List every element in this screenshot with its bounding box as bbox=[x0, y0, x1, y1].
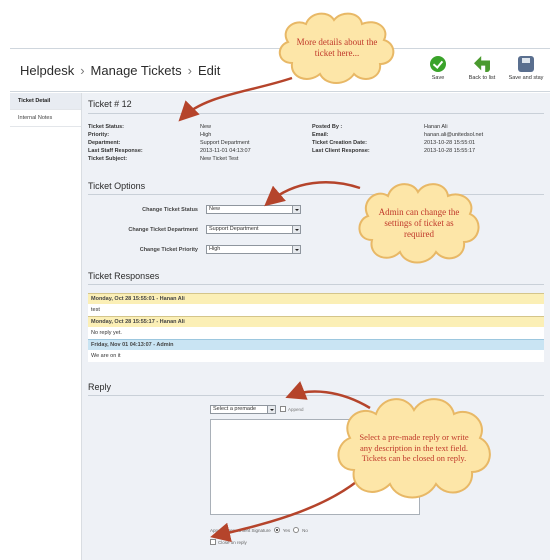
breadcrumb: Helpdesk › Manage Tickets › Edit bbox=[20, 63, 220, 78]
callout-details: More details about the ticket here... bbox=[272, 8, 402, 88]
info-row: Ticket Subject: New Ticket Test bbox=[88, 155, 544, 163]
info-value: 2013-11-01 04:13:07 bbox=[200, 148, 251, 154]
reply-title: Reply bbox=[88, 382, 112, 392]
breadcrumb-separator: › bbox=[187, 63, 192, 78]
sidebar-item-internal-notes[interactable]: Internal Notes bbox=[10, 110, 81, 127]
save-and-stay-button[interactable]: Save and stay bbox=[506, 53, 546, 81]
status-option: Change Ticket Status New bbox=[88, 205, 301, 214]
info-key: Email: bbox=[312, 132, 329, 138]
department-select[interactable]: Support Department bbox=[206, 225, 301, 234]
info-key: Last Staff Response: bbox=[88, 148, 143, 154]
breadcrumb-helpdesk[interactable]: Helpdesk bbox=[20, 63, 74, 78]
signature-yes-radio[interactable] bbox=[273, 527, 280, 533]
breadcrumb-manage-tickets[interactable]: Manage Tickets bbox=[91, 63, 182, 78]
status-label: Change Ticket Status bbox=[142, 206, 198, 213]
info-value: High bbox=[200, 132, 212, 138]
chevron-down-icon bbox=[292, 206, 300, 213]
info-value: 2013-10-28 15:55:17 bbox=[424, 148, 476, 154]
info-value: hanan.ali@unitedsol.net bbox=[424, 132, 484, 138]
callout-details-text: More details about the ticket here... bbox=[296, 37, 378, 58]
chevron-down-icon bbox=[267, 406, 275, 413]
response-body: We are on it bbox=[88, 350, 544, 362]
toolbar: Save Back to list Save and stay bbox=[418, 53, 546, 81]
info-value: New bbox=[200, 124, 212, 130]
checkmark-icon bbox=[430, 56, 446, 72]
response-header: Friday, Nov 01 04:13:07 - Admin bbox=[88, 339, 544, 350]
info-key: Ticket Creation Date: bbox=[312, 140, 367, 146]
premade-select[interactable]: Select a premade bbox=[210, 405, 276, 414]
save-button[interactable]: Save bbox=[418, 53, 458, 81]
back-to-list-button[interactable]: Back to list bbox=[462, 53, 502, 81]
info-key: Last Client Response: bbox=[312, 148, 370, 154]
info-value: 2013-10-28 15:55:01 bbox=[424, 140, 476, 146]
append-label: Append bbox=[288, 406, 304, 412]
premade-value: Select a premade bbox=[213, 406, 257, 412]
response-header: Monday, Oct 28 15:55:17 - Hanan Ali bbox=[88, 316, 544, 327]
close-on-reply-checkbox[interactable] bbox=[210, 539, 216, 545]
breadcrumb-edit: Edit bbox=[197, 63, 221, 78]
info-value: New Ticket Test bbox=[200, 156, 239, 162]
info-row: Last Staff Response: 2013-11-01 04:13:07… bbox=[88, 147, 544, 155]
department-option: Change Ticket Department Support Departm… bbox=[88, 225, 301, 234]
signature-yes-label: Yes bbox=[282, 527, 291, 533]
signature-option: Append Department Signature Yes No bbox=[210, 527, 308, 533]
response-body: test bbox=[88, 304, 544, 316]
responses-list: Monday, Oct 28 15:55:01 - Hanan Ali test… bbox=[88, 293, 544, 362]
response-header: Monday, Oct 28 15:55:01 - Hanan Ali bbox=[88, 293, 544, 304]
chevron-down-icon bbox=[292, 226, 300, 233]
back-to-list-label: Back to list bbox=[468, 75, 496, 81]
close-on-reply-option: Close on reply bbox=[210, 539, 247, 545]
department-value: Support Department bbox=[209, 226, 259, 232]
ticket-title: Ticket # 12 bbox=[88, 99, 132, 109]
signature-label: Append Department Signature bbox=[210, 527, 271, 533]
info-value: Support Department bbox=[200, 140, 250, 146]
callout-settings: Admin can change the settings of ticket … bbox=[352, 178, 486, 268]
department-label: Change Ticket Department bbox=[128, 226, 198, 233]
breadcrumb-separator: › bbox=[80, 63, 85, 78]
info-row: Department: Support Department Ticket Cr… bbox=[88, 139, 544, 147]
premade-row: Select a premade Append bbox=[210, 405, 304, 414]
close-on-reply-label: Close on reply bbox=[218, 539, 247, 545]
priority-option: Change Ticket Priority High bbox=[88, 245, 301, 254]
priority-value: High bbox=[209, 246, 221, 252]
save-and-stay-label: Save and stay bbox=[508, 75, 544, 81]
divider bbox=[88, 113, 544, 114]
sidebar-item-ticket-detail[interactable]: Ticket Detail bbox=[10, 93, 81, 110]
info-key: Department: bbox=[88, 140, 121, 146]
ticket-info: Ticket Status: New Posted By : Hanan Ali… bbox=[88, 123, 544, 163]
back-arrow-icon bbox=[474, 56, 490, 72]
append-option: Append bbox=[280, 406, 304, 412]
callout-reply-text: Select a pre-made reply or write any des… bbox=[359, 432, 469, 464]
append-checkbox[interactable] bbox=[280, 406, 286, 412]
info-row: Priority: High Email: hanan.ali@unitedso… bbox=[88, 131, 544, 139]
floppy-disk-icon bbox=[518, 56, 534, 72]
status-select[interactable]: New bbox=[206, 205, 301, 214]
priority-label: Change Ticket Priority bbox=[139, 246, 198, 253]
ticket-responses-title: Ticket Responses bbox=[88, 271, 160, 281]
status-value: New bbox=[209, 206, 221, 212]
info-key: Posted By : bbox=[312, 124, 343, 130]
callout-settings-text: Admin can change the settings of ticket … bbox=[378, 206, 460, 239]
info-key: Ticket Status: bbox=[88, 124, 124, 130]
callout-reply: Select a pre-made reply or write any des… bbox=[330, 392, 498, 504]
signature-no-radio[interactable] bbox=[293, 527, 300, 533]
info-key: Ticket Subject: bbox=[88, 156, 128, 162]
info-value: Hanan Ali bbox=[424, 124, 448, 130]
chevron-down-icon bbox=[292, 246, 300, 253]
signature-no-label: No bbox=[302, 527, 308, 533]
info-key: Priority: bbox=[88, 132, 110, 138]
ticket-options-title: Ticket Options bbox=[88, 181, 146, 191]
divider bbox=[88, 284, 544, 285]
response-body: No reply yet. bbox=[88, 327, 544, 339]
info-row: Ticket Status: New Posted By : Hanan Ali bbox=[88, 123, 544, 131]
sidebar: Ticket Detail Internal Notes bbox=[10, 93, 82, 560]
save-label: Save bbox=[431, 75, 445, 81]
priority-select[interactable]: High bbox=[206, 245, 301, 254]
